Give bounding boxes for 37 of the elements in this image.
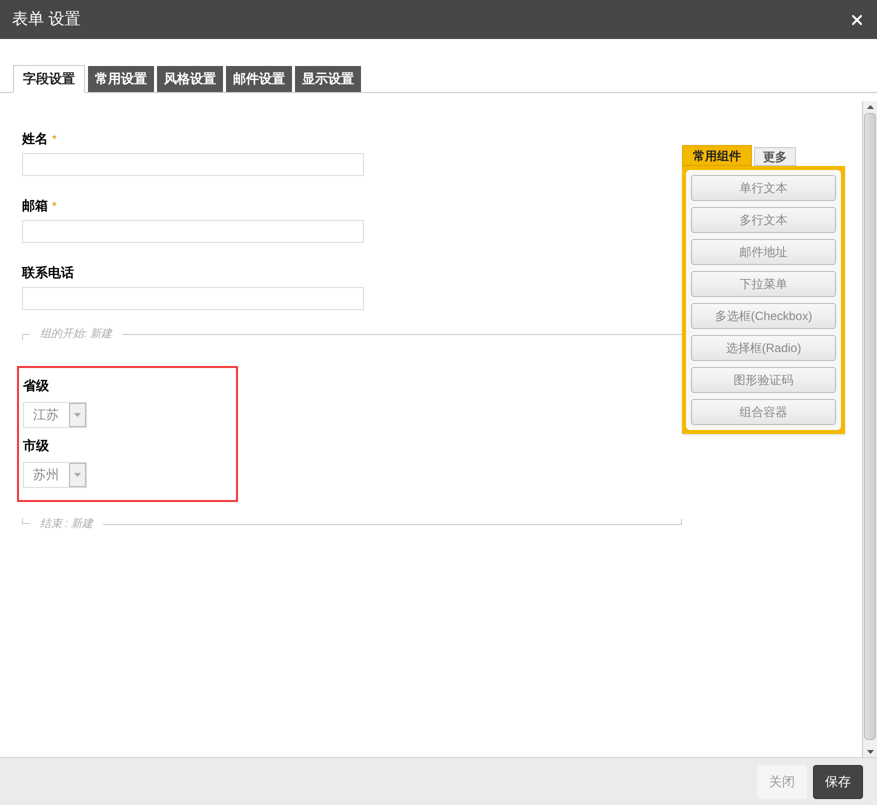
field-label: 联系电话 <box>22 264 74 282</box>
caret-icon <box>74 413 81 417</box>
window-title: 表单 设置 <box>12 10 80 30</box>
input-field[interactable] <box>22 220 364 243</box>
tab[interactable]: 常用设置 <box>88 66 154 92</box>
scroll-down-icon <box>866 750 874 754</box>
select-field[interactable]: 苏州 <box>23 462 87 488</box>
tab[interactable]: 风格设置 <box>157 66 223 92</box>
component-button[interactable]: 多选框(Checkbox) <box>691 303 836 329</box>
palette-tab[interactable]: 更多 <box>754 147 796 166</box>
group-end-label: 结束 : 新建 <box>40 516 94 532</box>
component-button[interactable]: 单行文本 <box>691 175 836 201</box>
close-button[interactable]: 关闭 <box>757 764 807 798</box>
tab[interactable]: 字段设置 <box>13 65 85 93</box>
caret-icon <box>74 473 81 477</box>
select-field[interactable]: 江苏 <box>23 402 87 428</box>
component-button[interactable]: 下拉菜单 <box>691 271 836 297</box>
field-label: 姓名 <box>22 130 48 148</box>
required-mark: * <box>52 198 57 215</box>
field-label: 邮箱 <box>22 197 48 215</box>
component-button[interactable]: 多行文本 <box>691 207 836 233</box>
tab[interactable]: 显示设置 <box>295 66 361 92</box>
required-mark: * <box>52 131 57 148</box>
group-start-label: 组的开始: 新建 <box>40 326 112 342</box>
field-label: 省级 <box>23 377 50 392</box>
scrollbar[interactable] <box>862 101 877 757</box>
component-button[interactable]: 选择框(Radio) <box>691 335 836 361</box>
field-label: 市级 <box>23 437 50 452</box>
scroll-up-icon <box>866 105 874 109</box>
tab[interactable]: 邮件设置 <box>226 66 292 92</box>
input-field[interactable] <box>22 287 364 310</box>
component-button[interactable]: 组合容器 <box>691 399 836 425</box>
input-field[interactable] <box>22 153 364 176</box>
component-button[interactable]: 图形验证码 <box>691 367 836 393</box>
save-button[interactable]: 保存 <box>813 764 863 798</box>
palette-tab[interactable]: 常用组件 <box>682 145 752 166</box>
component-button[interactable]: 邮件地址 <box>691 239 836 265</box>
